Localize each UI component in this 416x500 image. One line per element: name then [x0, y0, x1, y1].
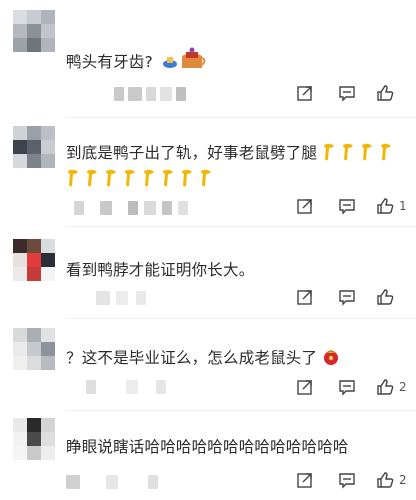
like-button[interactable]	[376, 197, 394, 219]
comment-text: 睁眼说瞎话哈哈哈哈哈哈哈哈哈哈哈哈哈	[66, 438, 349, 456]
comment-icon	[339, 380, 355, 396]
comment-text: 看到鸭脖才能证明你长大。	[66, 261, 255, 279]
comment-actions: 1	[296, 197, 407, 219]
share-button[interactable]	[296, 197, 314, 219]
teapot-icon	[158, 44, 208, 78]
share-button[interactable]	[296, 471, 314, 493]
duck-leg-icon	[343, 143, 354, 161]
divider	[66, 410, 416, 411]
like-button[interactable]	[376, 378, 394, 400]
comment-actions	[296, 84, 406, 106]
comment-icon	[339, 290, 355, 306]
share-button[interactable]	[296, 378, 314, 400]
duck-leg-icon	[106, 169, 116, 187]
comment-text: ？这不是毕业证么，怎么成老鼠头了	[66, 345, 402, 374]
share-icon	[297, 199, 312, 214]
reply-button[interactable]	[338, 84, 356, 106]
like-count: 2	[399, 380, 407, 394]
duck-leg-icon	[381, 143, 392, 161]
like-count: 2	[399, 473, 407, 487]
thumbs-up-icon	[377, 289, 394, 305]
duck-leg-icon	[144, 169, 154, 187]
reply-button[interactable]	[338, 471, 356, 493]
comment-text: 到底是鸭子出了轨，好事老鼠劈了腿	[66, 140, 402, 192]
divider	[66, 318, 416, 319]
duck-leg-icon	[201, 169, 211, 187]
duck-leg-icon	[182, 169, 192, 187]
duck-leg-icon	[324, 143, 335, 161]
like-button[interactable]	[376, 84, 394, 106]
reply-button[interactable]	[338, 378, 356, 400]
thumbs-up-icon	[377, 379, 394, 395]
comment-actions	[296, 288, 406, 310]
share-icon	[297, 473, 312, 488]
share-icon	[297, 86, 312, 101]
share-icon	[297, 380, 312, 395]
reply-button[interactable]	[338, 288, 356, 310]
share-button[interactable]	[296, 84, 314, 106]
duck-leg-icon	[362, 143, 373, 161]
divider	[66, 226, 416, 227]
share-button[interactable]	[296, 288, 314, 310]
thumbs-up-icon	[377, 472, 394, 488]
duck-leg-icon	[163, 169, 173, 187]
red-pouch-icon	[322, 348, 340, 374]
share-icon	[297, 290, 312, 305]
like-button[interactable]	[376, 288, 394, 310]
thumbs-up-icon	[377, 85, 394, 101]
avatar[interactable]	[13, 328, 55, 370]
comment-icon	[339, 473, 355, 489]
comment-actions: 2	[296, 471, 407, 493]
like-count: 1	[399, 199, 407, 213]
duck-leg-icon	[68, 169, 78, 187]
avatar[interactable]	[13, 10, 55, 52]
reply-button[interactable]	[338, 197, 356, 219]
comment-actions: 2	[296, 378, 407, 400]
duck-leg-icon	[87, 169, 97, 187]
like-button[interactable]	[376, 471, 394, 493]
comment-icon	[339, 199, 355, 215]
comment-icon	[339, 86, 355, 102]
avatar[interactable]	[13, 239, 55, 281]
divider	[66, 117, 416, 118]
avatar[interactable]	[13, 126, 55, 168]
thumbs-up-icon	[377, 198, 394, 214]
comment-text: 鸭头有牙齿?	[66, 44, 402, 78]
duck-leg-icon	[125, 169, 135, 187]
avatar[interactable]	[13, 418, 55, 460]
